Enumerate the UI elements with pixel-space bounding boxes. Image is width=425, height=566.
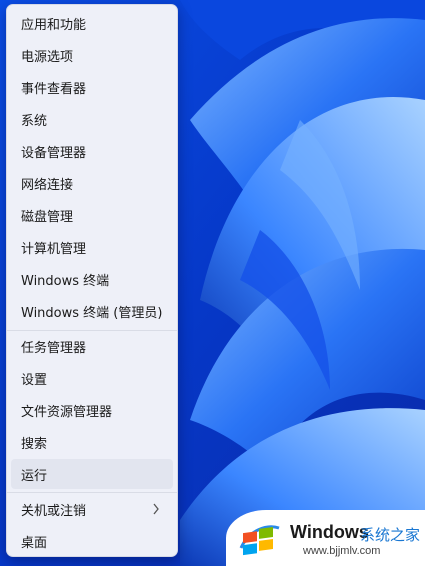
- menu-item-label: 计算机管理: [21, 241, 87, 257]
- menu-item-label: Windows 终端 (管理员): [21, 305, 163, 321]
- menu-item-label: 任务管理器: [21, 340, 87, 356]
- menu-item-label: 设备管理器: [21, 145, 87, 161]
- winx-context-menu: 应用和功能 电源选项 事件查看器 系统 设备管理器 网络连接 磁盘管理 计算机管…: [6, 4, 178, 557]
- menu-item-label: Windows 终端: [21, 273, 110, 289]
- menu-item-network-connections[interactable]: 网络连接: [11, 168, 173, 198]
- menu-item-settings[interactable]: 设置: [11, 363, 173, 393]
- menu-item-label: 搜索: [21, 436, 48, 452]
- menu-item-system[interactable]: 系统: [11, 104, 173, 134]
- watermark-brand-cn: 系统之家: [360, 526, 421, 544]
- menu-item-disk-management[interactable]: 磁盘管理: [11, 200, 173, 230]
- menu-item-label: 应用和功能: [21, 17, 87, 33]
- menu-item-shutdown-signout[interactable]: 关机或注销: [11, 494, 173, 524]
- menu-item-task-manager[interactable]: 任务管理器: [11, 331, 173, 361]
- watermark-brand: Windows: [290, 522, 369, 542]
- menu-item-computer-management[interactable]: 计算机管理: [11, 232, 173, 262]
- menu-item-windows-terminal[interactable]: Windows 终端: [11, 264, 173, 294]
- menu-item-file-explorer[interactable]: 文件资源管理器: [11, 395, 173, 425]
- menu-item-device-manager[interactable]: 设备管理器: [11, 136, 173, 166]
- menu-item-event-viewer[interactable]: 事件查看器: [11, 72, 173, 102]
- menu-item-power-options[interactable]: 电源选项: [11, 40, 173, 70]
- menu-item-label: 设置: [21, 372, 48, 388]
- menu-item-desktop[interactable]: 桌面: [11, 526, 173, 556]
- menu-item-search[interactable]: 搜索: [11, 427, 173, 457]
- menu-item-apps-features[interactable]: 应用和功能: [11, 8, 173, 38]
- menu-item-label: 桌面: [21, 535, 48, 551]
- menu-item-label: 事件查看器: [21, 81, 87, 97]
- menu-item-label: 网络连接: [21, 177, 74, 193]
- menu-item-label: 运行: [21, 468, 48, 484]
- chevron-right-icon: [153, 503, 159, 515]
- menu-item-label: 系统: [21, 113, 48, 129]
- menu-item-label: 磁盘管理: [21, 209, 74, 225]
- menu-item-label: 电源选项: [21, 49, 74, 65]
- windows-logo-icon: [239, 525, 280, 556]
- menu-item-windows-terminal-admin[interactable]: Windows 终端 (管理员): [11, 296, 173, 326]
- watermark-url: www.bjjmlv.com: [303, 545, 381, 557]
- menu-item-label: 关机或注销: [21, 503, 87, 519]
- menu-item-run[interactable]: 运行: [11, 459, 173, 489]
- menu-item-label: 文件资源管理器: [21, 404, 113, 420]
- menu-separator: [7, 492, 177, 493]
